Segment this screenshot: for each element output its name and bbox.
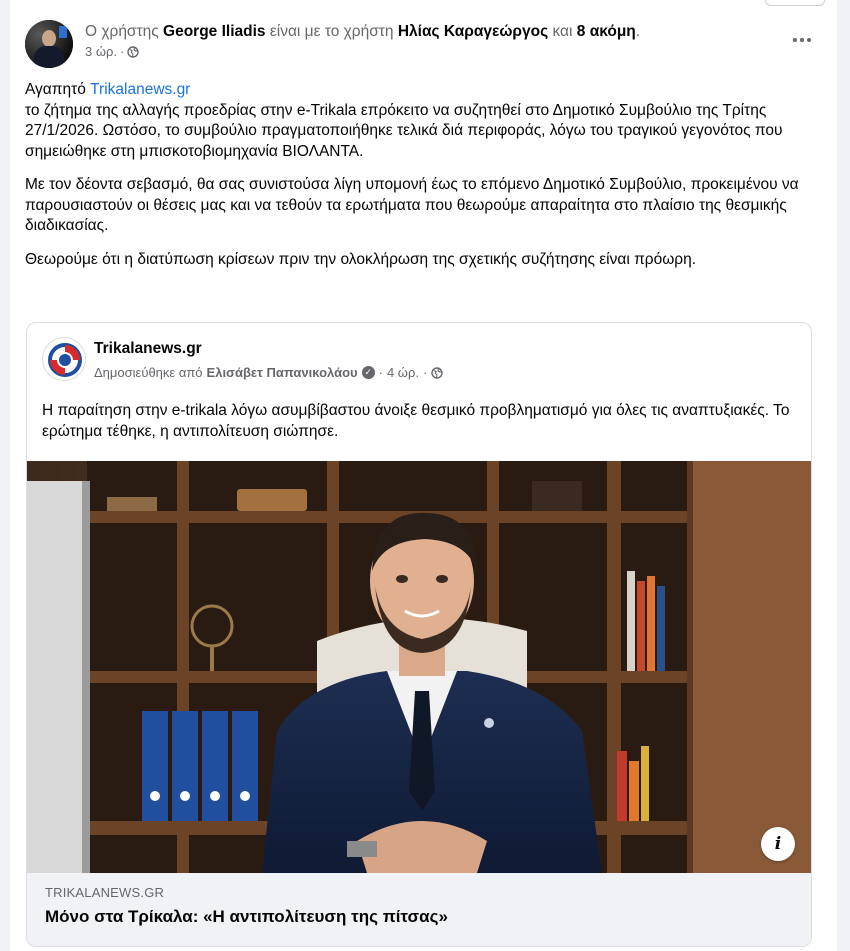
paragraph-1: Αγαπητό Trikalanews.gr το ζήτημα της αλλ… — [25, 80, 815, 162]
post-body: Αγαπητό Trikalanews.gr το ζήτημα της αλλ… — [25, 80, 815, 283]
paragraph-3: Θεωρούμε ότι η διατύπωση κρίσεων πριν τη… — [25, 250, 697, 268]
shared-post-card[interactable]: Trikalanews.gr Δημοσιεύθηκε από Ελισάβετ… — [26, 322, 812, 947]
facebook-post: Ο χρήστης George Iliadis είναι με το χρή… — [10, 0, 837, 951]
post-header: Ο χρήστης George Iliadis είναι με το χρή… — [25, 20, 822, 70]
post-timestamp[interactable]: 3 ώρ. — [85, 44, 117, 59]
author-avatar[interactable] — [25, 20, 73, 68]
shared-post-text: Η παραίτηση στην e-trikala λόγω ασυμβίβα… — [42, 402, 790, 440]
link-preview-image[interactable]: i — [27, 461, 811, 873]
globe-icon[interactable] — [431, 366, 443, 379]
meta-separator: · — [378, 365, 383, 380]
link-domain: TRIKALANEWS.GR — [45, 885, 165, 900]
paragraph-2: Με τον δέοντα σεβασμό, θα σας συνιστούσα… — [25, 176, 799, 234]
meta-separator: · — [422, 365, 428, 380]
globe-icon[interactable] — [127, 45, 140, 58]
shared-meta: Δημοσιεύθηκε από Ελισάβετ Παπανικολάου ✓… — [94, 365, 443, 380]
page-name-link[interactable]: Trikalanews.gr — [94, 340, 202, 358]
info-icon[interactable]: i — [761, 827, 795, 861]
link-title[interactable]: Μόνο στα Τρίκαλα: «Η αντιπολίτευση της π… — [45, 907, 448, 927]
shared-timestamp[interactable]: 4 ώρ. — [387, 365, 419, 380]
publisher-name-link[interactable]: Ελισάβετ Παπανικολάου — [207, 365, 358, 380]
post-meta: 3 ώρ. · — [85, 44, 140, 59]
published-by-text: Δημοσιεύθηκε από — [94, 365, 203, 380]
others-link[interactable]: 8 ακόμη — [577, 23, 636, 40]
link-preview-footer[interactable]: TRIKALANEWS.GR Μόνο στα Τρίκαλα: «Η αντι… — [27, 873, 811, 946]
tagged-user-link[interactable]: Ηλίας Καραγεώργος — [398, 23, 548, 40]
paragraph-1-text: το ζήτημα της αλλαγής προεδρίας στην e-T… — [25, 101, 783, 160]
end-dot: . — [635, 23, 641, 40]
top-edge-button[interactable] — [765, 0, 825, 6]
greeting: Αγαπητό — [25, 81, 86, 98]
author-name-link[interactable]: George Iliadis — [163, 23, 266, 40]
with-text: είναι με το χρήστη — [269, 23, 394, 40]
and-text: και — [552, 23, 573, 40]
trikalanews-mention-link[interactable]: Trikalanews.gr — [90, 81, 190, 98]
meta-separator: · — [120, 44, 125, 59]
page-avatar[interactable] — [42, 337, 86, 381]
author-prefix: Ο χρήστης — [85, 23, 159, 40]
more-options-icon[interactable] — [790, 30, 814, 50]
author-line: Ο χρήστης George Iliadis είναι με το χρή… — [85, 22, 640, 42]
verified-icon: ✓ — [361, 366, 375, 379]
